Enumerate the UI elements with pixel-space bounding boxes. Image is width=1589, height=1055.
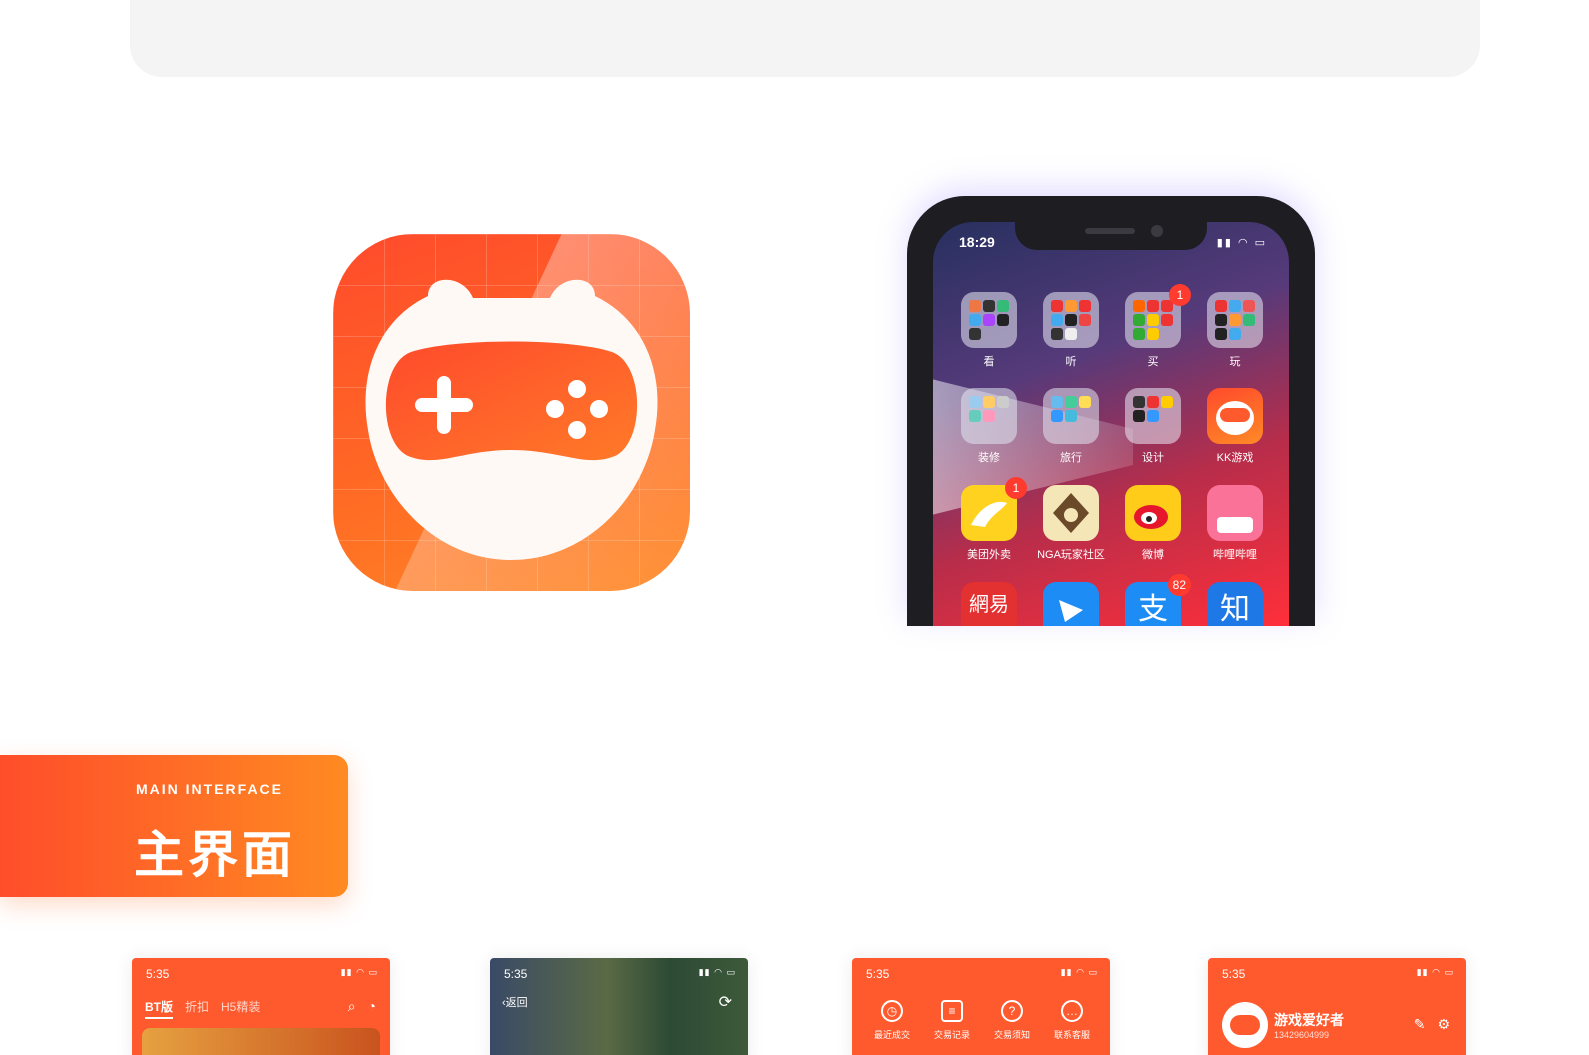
- home-folder-watch[interactable]: 看: [949, 292, 1029, 369]
- screen-thumbnail-game-detail: 5:35 ▮▮ ◠ ▭ ‹返回 ⟳: [490, 958, 748, 1055]
- folder-icon: [1043, 292, 1099, 348]
- speaker: [1085, 228, 1135, 234]
- gamepad-icon: [1230, 1015, 1260, 1035]
- folder-icon: [1207, 292, 1263, 348]
- notification-badge: 1: [1005, 477, 1027, 499]
- nga-paw-icon: [1043, 485, 1099, 541]
- signal-battery-icon: ▮▮ ◠ ▭: [340, 967, 378, 977]
- app-icon-kk-game: [333, 234, 690, 591]
- phone-mockup: 18:29 ▮▮ ◠ ▭ 看 听 1 买 玩 装修 旅行 设计 KK游戏 1 美…: [907, 196, 1315, 626]
- home-folder-design[interactable]: 设计: [1113, 388, 1193, 465]
- section-subtitle: MAIN INTERFACE: [136, 781, 283, 797]
- home-label: NGA玩家社区: [1037, 549, 1105, 561]
- status-time: 5:35: [866, 967, 890, 981]
- screen-thumbnail-profile: 5:35 ▮▮ ◠ ▭ 游戏爱好者 13429604999 ✎ ⚙: [1208, 958, 1466, 1055]
- category-tabs: BT版 折扣 H5精装: [145, 998, 260, 1019]
- signal-battery-icon: ▮▮ ◠ ▭: [1060, 967, 1098, 977]
- home-label: 玩: [1229, 356, 1241, 368]
- status-time: 5:35: [1222, 967, 1246, 981]
- section-title: 主界面: [134, 826, 296, 884]
- home-app-nga[interactable]: NGA玩家社区: [1031, 485, 1111, 562]
- edit-icon[interactable]: ✎: [1414, 1016, 1426, 1033]
- chat-icon: …: [1061, 1000, 1083, 1022]
- home-app-zhihu[interactable]: 知: [1195, 582, 1275, 626]
- status-time: 5:35: [146, 967, 170, 981]
- home-app-weibo[interactable]: 微博: [1113, 485, 1193, 562]
- home-app-kk-game[interactable]: KK游戏: [1195, 388, 1275, 465]
- home-folder-listen[interactable]: 听: [1031, 292, 1111, 369]
- home-label: 美团外卖: [967, 549, 1011, 561]
- home-label: 买: [1147, 356, 1159, 368]
- home-label: KK游戏: [1216, 452, 1254, 464]
- folder-icon: [961, 292, 1017, 348]
- avatar[interactable]: [1222, 1002, 1268, 1048]
- zhihu-icon: 知: [1207, 582, 1263, 626]
- search-icon[interactable]: ⌕: [348, 998, 356, 1015]
- signal-battery-icon: ▮▮ ◠ ▭: [698, 967, 736, 977]
- profile-actions: ✎ ⚙: [1414, 1016, 1450, 1033]
- home-label: 看: [983, 356, 995, 368]
- home-label: 装修: [978, 452, 1000, 464]
- home-app-netease-news[interactable]: 網易: [949, 582, 1029, 626]
- kk-game-app-icon: [1207, 388, 1263, 444]
- section-header-main-interface: MAIN INTERFACE 主界面: [0, 755, 348, 897]
- quick-trade-notice[interactable]: ? 交易须知: [982, 1000, 1042, 1041]
- bilibili-tv-icon: [1207, 485, 1263, 541]
- home-label: 哔哩哔哩: [1213, 549, 1257, 561]
- weibo-eye-icon: [1125, 485, 1181, 541]
- netease-icon: 網易: [961, 582, 1017, 626]
- quick-contact-support[interactable]: … 联系客服: [1042, 1000, 1102, 1041]
- home-folder-travel[interactable]: 旅行: [1031, 388, 1111, 465]
- tab-bt[interactable]: BT版: [145, 998, 173, 1019]
- list-icon: ≡: [941, 1000, 963, 1022]
- gear-icon[interactable]: ⚙: [1437, 1016, 1450, 1033]
- phone-home-screen: 18:29 ▮▮ ◠ ▭ 看 听 1 买 玩 装修 旅行 设计 KK游戏 1 美…: [933, 222, 1289, 626]
- status-time: 5:35: [504, 967, 528, 981]
- quick-recent-deals[interactable]: ◷ 最近成交: [862, 1000, 922, 1041]
- back-button[interactable]: ‹返回: [502, 994, 528, 1010]
- home-label: 听: [1065, 356, 1077, 368]
- tab-h5[interactable]: H5精装: [221, 998, 260, 1019]
- clock-icon: ◷: [881, 1000, 903, 1022]
- home-app-alipay[interactable]: 支 82: [1113, 574, 1193, 626]
- home-app-meituan[interactable]: 1 美团外卖: [949, 477, 1029, 562]
- home-app-bird[interactable]: [1031, 582, 1111, 626]
- home-label: 微博: [1142, 549, 1164, 561]
- home-app-bilibili[interactable]: 哔哩哔哩: [1195, 485, 1275, 562]
- home-folder-buy[interactable]: 1 买: [1113, 284, 1193, 369]
- game-banner[interactable]: [142, 1028, 380, 1055]
- notification-badge: 82: [1167, 574, 1191, 596]
- screen-thumbnail-home: 5:35 ▮▮ ◠ ▭ BT版 折扣 H5精装 ⌕ ◔: [132, 958, 390, 1055]
- quick-trade-records[interactable]: ≡ 交易记录: [922, 1000, 982, 1041]
- folder-icon: [1043, 388, 1099, 444]
- home-folder-play[interactable]: 玩: [1195, 292, 1275, 369]
- user-phone: 13429604999: [1274, 1030, 1330, 1040]
- message-icon[interactable]: ◔: [368, 998, 376, 1015]
- home-folder-decor[interactable]: 装修: [949, 388, 1029, 465]
- phone-notch: [1015, 222, 1207, 250]
- gamepad-mascot-icon: [365, 279, 658, 560]
- question-icon: ?: [1001, 1000, 1023, 1022]
- header-icons: ⌕ ◔: [348, 998, 376, 1015]
- status-icons: ▮▮ ◠ ▭: [1216, 237, 1267, 249]
- front-camera: [1151, 225, 1163, 237]
- home-label: 设计: [1142, 452, 1164, 464]
- bird-icon: [1043, 582, 1099, 626]
- screen-thumbnail-trade: 5:35 ▮▮ ◠ ▭ ◷ 最近成交 ≡ 交易记录 ? 交易须知 … 联系客服: [852, 958, 1110, 1055]
- username: 游戏爱好者: [1274, 1012, 1344, 1028]
- home-label: 旅行: [1060, 452, 1082, 464]
- previous-section-card: [130, 0, 1480, 77]
- refresh-icon[interactable]: ⟳: [719, 992, 732, 1012]
- tab-discount[interactable]: 折扣: [185, 998, 209, 1019]
- folder-icon: [1125, 388, 1181, 444]
- folder-icon: [961, 388, 1017, 444]
- status-time: 18:29: [959, 234, 995, 250]
- notification-badge: 1: [1169, 284, 1191, 306]
- signal-battery-icon: ▮▮ ◠ ▭: [1416, 967, 1454, 977]
